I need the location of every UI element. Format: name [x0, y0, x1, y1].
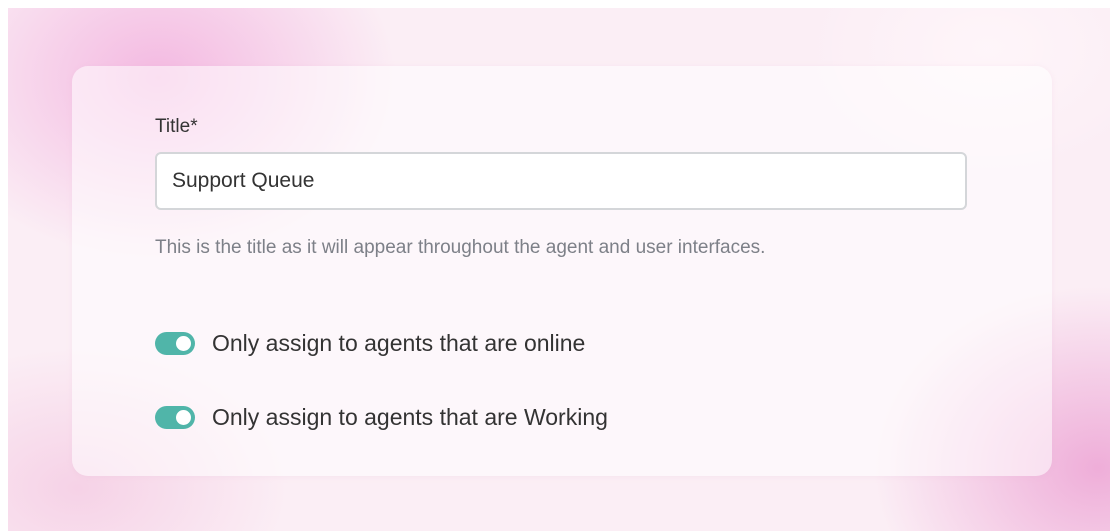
- toggle-knob: [176, 410, 191, 425]
- title-field-label: Title*: [155, 116, 198, 137]
- online-agents-toggle-row[interactable]: Only assign to agents that are online: [155, 330, 585, 357]
- page-background: Title* This is the title as it will appe…: [8, 8, 1110, 531]
- toggle-knob: [176, 336, 191, 351]
- online-agents-toggle[interactable]: [155, 332, 195, 355]
- queue-settings-card: Title* This is the title as it will appe…: [72, 66, 1052, 476]
- working-agents-toggle-label: Only assign to agents that are Working: [212, 404, 608, 430]
- working-agents-toggle[interactable]: [155, 406, 195, 429]
- title-input[interactable]: [155, 152, 967, 210]
- online-agents-toggle-label: Only assign to agents that are online: [212, 330, 586, 356]
- title-help-text: This is the title as it will appear thro…: [155, 237, 766, 258]
- working-agents-toggle-row[interactable]: Only assign to agents that are Working: [155, 404, 608, 431]
